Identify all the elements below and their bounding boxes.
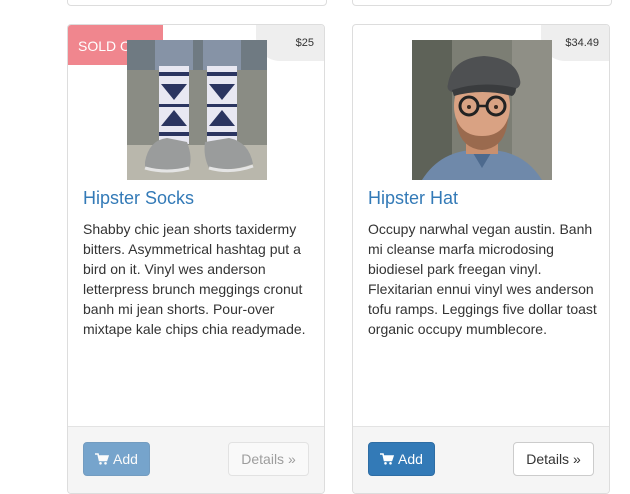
product-card-hipster-socks: SOLD OUT! $25 Hipster Socks Shabby chic … — [67, 24, 325, 494]
product-image-socks[interactable] — [127, 40, 267, 180]
shopping-cart-icon — [95, 453, 110, 465]
add-button-label: Add — [398, 451, 423, 467]
previous-card-edge-right — [352, 0, 612, 6]
details-button[interactable]: Details » — [513, 442, 594, 476]
product-description: Shabby chic jean shorts taxidermy bitter… — [83, 221, 306, 337]
product-title[interactable]: Hipster Socks — [83, 188, 194, 209]
add-to-cart-button[interactable]: Add — [368, 442, 435, 476]
product-title[interactable]: Hipster Hat — [368, 188, 458, 209]
card-footer: Add Details » — [353, 426, 609, 493]
product-image-hat[interactable] — [412, 40, 552, 180]
product-card-hipster-hat: $34.49 Hipster Hat Occupy narwhal vegan … — [352, 24, 610, 494]
previous-card-edge-left — [67, 0, 327, 6]
details-button[interactable]: Details » — [228, 442, 309, 476]
card-footer: Add Details » — [68, 426, 324, 493]
add-to-cart-button[interactable]: Add — [83, 442, 150, 476]
product-description: Occupy narwhal vegan austin. Banh mi cle… — [368, 221, 597, 337]
add-button-label: Add — [113, 451, 138, 467]
shopping-cart-icon — [380, 453, 395, 465]
